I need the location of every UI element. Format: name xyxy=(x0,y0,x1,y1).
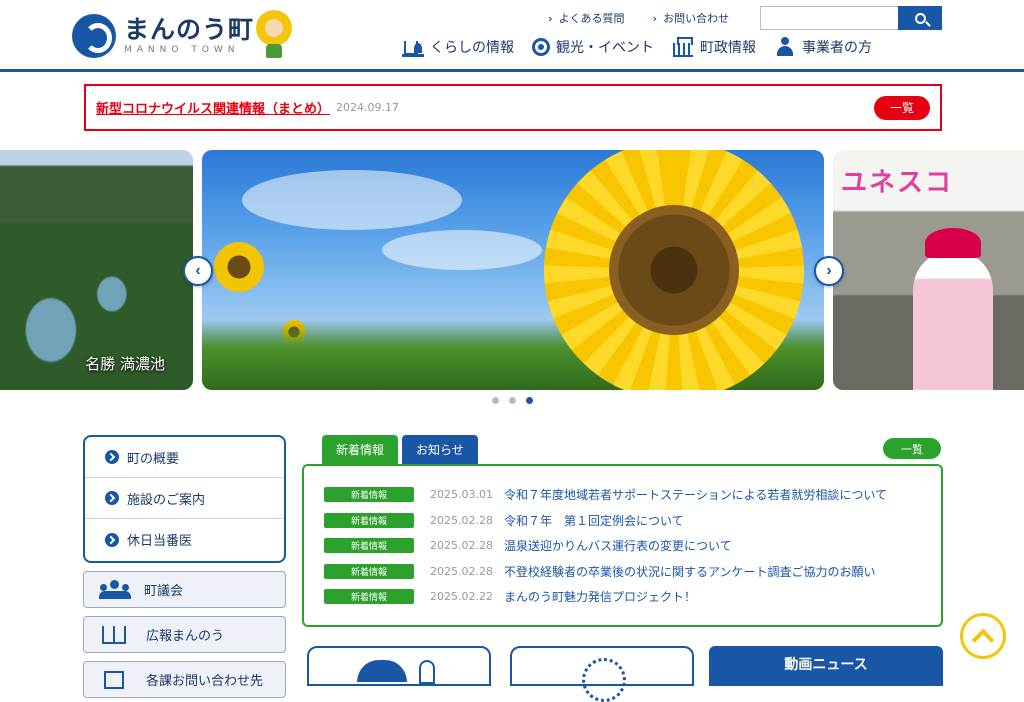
alert-date: 2024.09.17 xyxy=(336,101,399,114)
flower-icon xyxy=(532,38,550,56)
alert-list-button[interactable]: 一覧 xyxy=(874,95,930,120)
news-date: 2025.02.28 xyxy=(430,539,493,553)
slide-caption: 名勝 満濃池 xyxy=(85,355,165,373)
video-news-banner[interactable]: 動画ニュース xyxy=(709,646,943,686)
town-hall-icon xyxy=(672,37,694,57)
news-date: 2025.03.01 xyxy=(430,488,493,502)
chevron-left-icon: ‹ xyxy=(195,262,201,279)
back-to-top-button[interactable] xyxy=(960,613,1006,659)
sunflower-icon xyxy=(582,658,626,702)
tab-new-info[interactable]: 新着情報 xyxy=(322,435,399,464)
chevron-right-icon: › xyxy=(826,262,832,279)
search-button[interactable] xyxy=(898,6,942,30)
logo-title: まんのう町 xyxy=(124,15,255,44)
news-date: 2025.02.22 xyxy=(430,590,493,604)
nav-tourism-events[interactable]: 観光・イベント xyxy=(532,34,654,60)
contact-link[interactable]: お問い合わせ xyxy=(653,10,729,26)
video-news-label: 動画ニュース xyxy=(784,657,868,673)
news-date: 2025.02.28 xyxy=(430,564,493,578)
chevron-circle-icon xyxy=(105,532,119,547)
card-town-council[interactable]: 町議会 xyxy=(83,571,286,608)
carousel-prev-button[interactable]: ‹ xyxy=(183,256,213,286)
news-badge: 新着情報 xyxy=(324,563,414,579)
news-item: 新着情報 2025.02.28 温泉送迎かりんバス運行表の変更について xyxy=(324,533,941,559)
news-title-link[interactable]: 不登校経験者の卒業後の状況に関するアンケート調査ご協力のお願い xyxy=(504,563,876,580)
carousel-dot-1[interactable] xyxy=(492,397,499,404)
news-item: 新着情報 2025.02.28 令和７年 第１回定例会について xyxy=(324,508,941,534)
carousel-slide-sunflower[interactable] xyxy=(202,150,824,390)
global-nav: くらしの情報 観光・イベント 町政情報 事業者の方 xyxy=(402,34,872,60)
chevron-circle-icon xyxy=(105,450,119,464)
news-item: 新着情報 2025.03.01 令和７年度地域若者サポートステーションによる若者… xyxy=(324,482,941,508)
faq-link[interactable]: よくある質問 xyxy=(548,10,625,26)
logo-subtitle: MANNO TOWN xyxy=(124,45,240,55)
news-list-button[interactable]: 一覧 xyxy=(883,438,941,459)
menu-holiday-doctor[interactable]: 休日当番医 xyxy=(85,519,284,560)
house-icon xyxy=(402,37,424,57)
quick-menu: 町の概要 施設のご案内 休日当番医 xyxy=(83,435,286,563)
site-header: まんのう町 MANNO TOWN よくある質問 お問い合わせ くらしの情報 観光… xyxy=(0,0,1024,72)
logo-mark-icon xyxy=(72,14,116,58)
book-icon xyxy=(102,625,126,644)
news-title-link[interactable]: 令和７年度地域若者サポートステーションによる若者就労相談について xyxy=(504,486,887,503)
people-icon xyxy=(98,579,132,600)
building-icon xyxy=(104,670,124,689)
search-icon xyxy=(914,12,926,24)
news-badge: 新着情報 xyxy=(324,589,414,605)
tab-notices[interactable]: お知らせ xyxy=(402,435,478,464)
nav-town-admin[interactable]: 町政情報 xyxy=(672,34,756,60)
banner-tourism[interactable] xyxy=(510,646,694,702)
news-tabs: 新着情報 お知らせ xyxy=(322,435,478,464)
news-badge: 新着情報 xyxy=(324,487,414,503)
carousel-next-button[interactable]: › xyxy=(814,256,844,286)
news-item: 新着情報 2025.02.22 まんのう町魅力発信プロジェクト！ xyxy=(324,584,941,610)
slide-caption-unesco: ユネスコ xyxy=(841,168,954,198)
news-badge: 新着情報 xyxy=(324,538,414,554)
banner-living[interactable] xyxy=(307,646,491,686)
person-icon xyxy=(774,37,796,57)
menu-facilities[interactable]: 施設のご案内 xyxy=(85,478,284,519)
news-title-link[interactable]: 令和７年 第１回定例会について xyxy=(504,512,684,529)
search-input[interactable] xyxy=(760,6,898,30)
site-logo[interactable]: まんのう町 MANNO TOWN xyxy=(72,14,254,58)
covid-alert-box: 新型コロナウイルス関連情報（まとめ） 2024.09.17 一覧 xyxy=(84,84,942,131)
top-links: よくある質問 お問い合わせ xyxy=(548,10,730,26)
covid-info-link[interactable]: 新型コロナウイルス関連情報（まとめ） xyxy=(96,98,330,117)
news-date: 2025.02.28 xyxy=(430,513,493,527)
carousel-dot-3[interactable] xyxy=(526,397,533,404)
carousel-slide-manno-pond[interactable]: 名勝 満濃池 xyxy=(0,150,193,390)
news-item: 新着情報 2025.02.28 不登校経験者の卒業後の状況に関するアンケート調査… xyxy=(324,559,941,585)
news-title-link[interactable]: まんのう町魅力発信プロジェクト！ xyxy=(504,588,696,605)
nav-living-info[interactable]: くらしの情報 xyxy=(402,34,514,60)
card-public-relations[interactable]: 広報まんのう xyxy=(83,616,286,653)
mascot-icon xyxy=(256,10,292,58)
news-title-link[interactable]: 温泉送迎かりんバス運行表の変更について xyxy=(504,537,732,554)
nav-business[interactable]: 事業者の方 xyxy=(774,34,872,60)
carousel-slide-unesco[interactable]: ユネスコ xyxy=(833,150,1024,390)
search-form xyxy=(760,6,942,30)
menu-town-overview[interactable]: 町の概要 xyxy=(85,437,284,478)
chevron-circle-icon xyxy=(105,491,119,505)
carousel-dot-2[interactable] xyxy=(509,397,516,404)
mountain-icon xyxy=(357,660,407,682)
news-badge: 新着情報 xyxy=(324,512,414,528)
carousel-dots xyxy=(492,397,533,404)
tower-icon xyxy=(419,660,435,684)
news-list: 新着情報 2025.03.01 令和７年度地域若者サポートステーションによる若者… xyxy=(302,464,943,627)
chevron-up-icon xyxy=(971,628,995,652)
card-department-contacts[interactable]: 各課お問い合わせ先 xyxy=(83,661,286,698)
